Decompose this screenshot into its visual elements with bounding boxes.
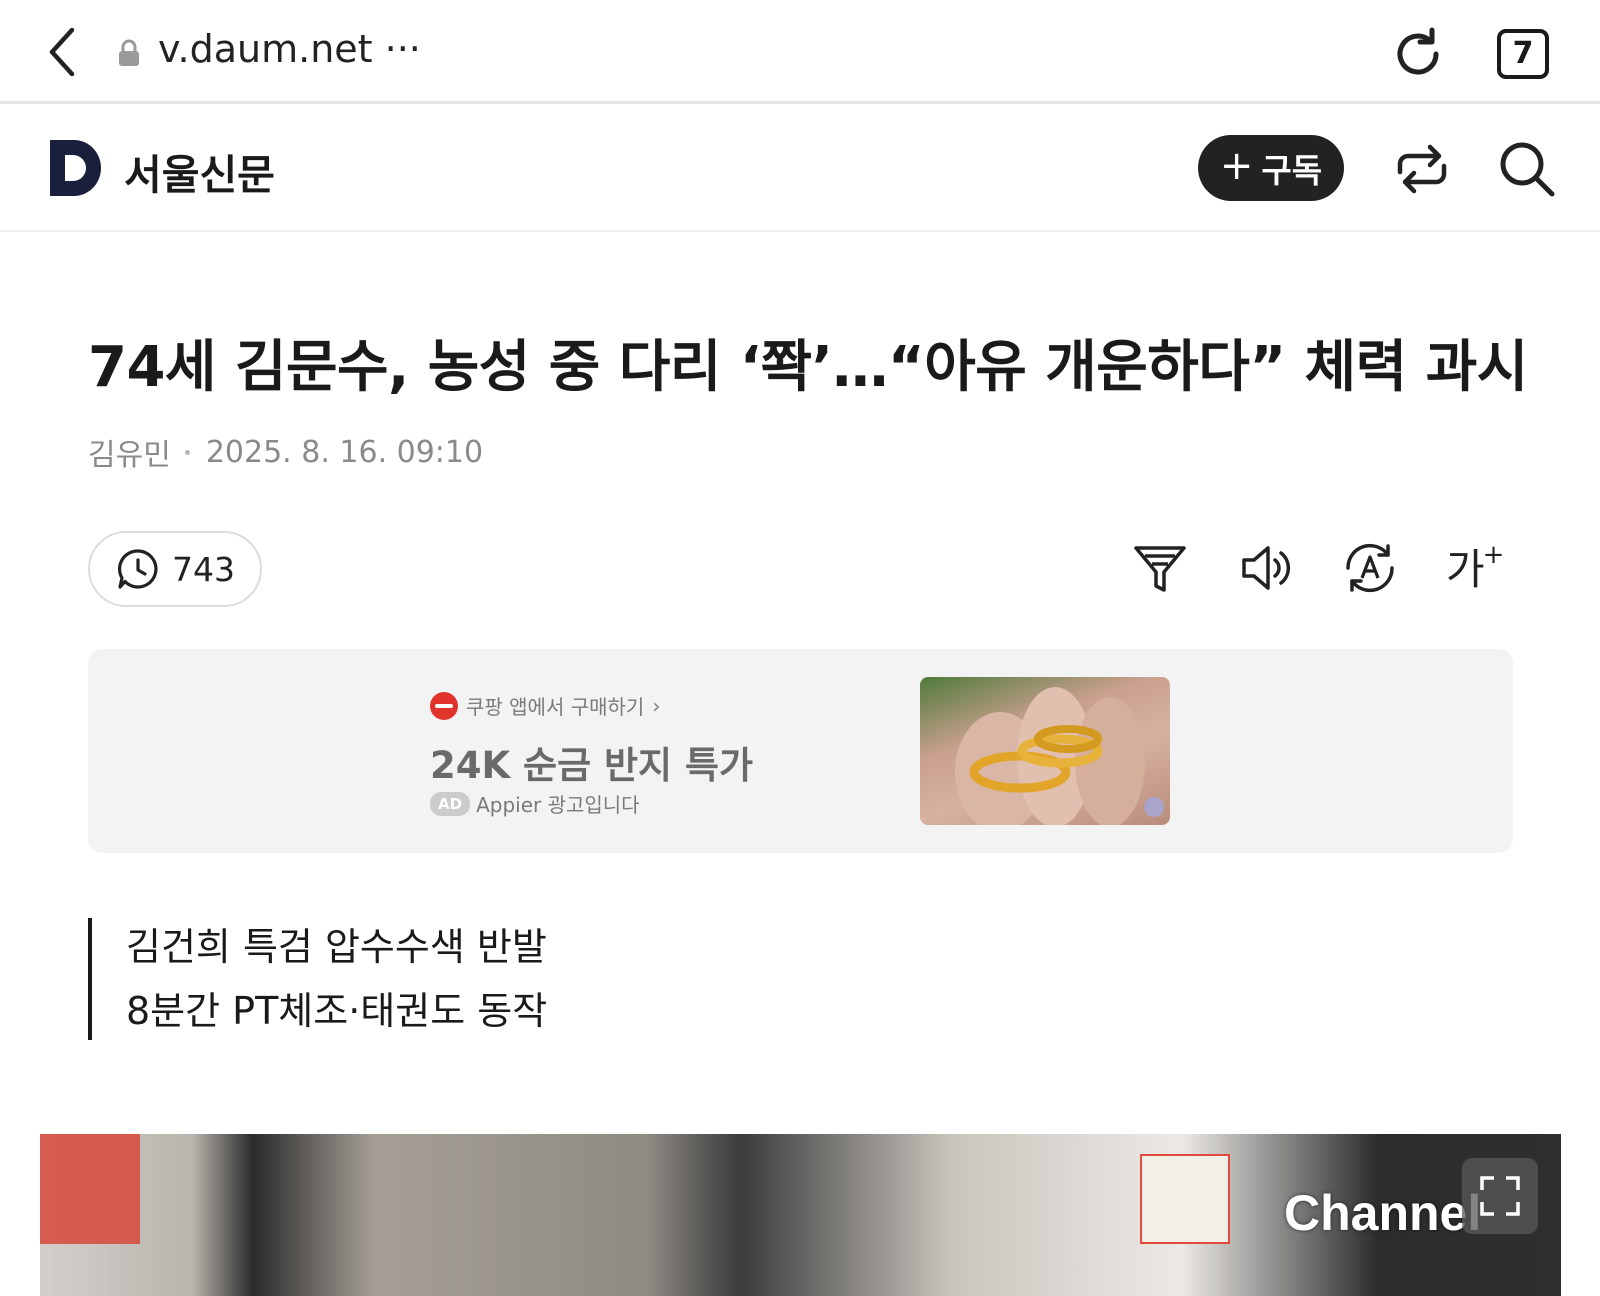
article-image[interactable]: Channel bbox=[40, 1134, 1561, 1296]
article-title: 74세 김문수, 농성 중 다리 ‘쫙’…“아유 개운하다” 체력 과시 bbox=[88, 335, 1528, 400]
speaker-icon[interactable] bbox=[1238, 540, 1294, 596]
ad-label: AD Appier 광고입니다 bbox=[430, 789, 640, 818]
translate-icon[interactable] bbox=[1342, 540, 1398, 596]
plus-icon: + bbox=[1219, 143, 1254, 189]
comment-button[interactable]: 743 bbox=[88, 531, 262, 607]
ad-headline[interactable]: 24K 순금 반지 특가 bbox=[430, 735, 753, 789]
image-watermark: Channel bbox=[1284, 1185, 1482, 1241]
share-icon[interactable] bbox=[1394, 142, 1450, 196]
press-name[interactable]: 서울신문 bbox=[124, 141, 275, 201]
chevron-right-icon: › bbox=[652, 693, 661, 718]
author-name[interactable]: 김유민 bbox=[88, 430, 171, 474]
font-size-button[interactable]: 가+ bbox=[1446, 536, 1510, 594]
lock-icon bbox=[119, 39, 139, 66]
ad-badge: AD bbox=[430, 791, 471, 816]
back-icon[interactable] bbox=[40, 22, 90, 82]
article-summary: 김건희 특검 압수수색 반발 8분간 PT체조·태권도 동작 bbox=[88, 918, 547, 1040]
ring-image bbox=[955, 687, 1164, 825]
summary-line: 8분간 PT체조·태권도 동작 bbox=[126, 989, 548, 1033]
plus-icon: + bbox=[1482, 540, 1505, 570]
browser-url-bar: v.daum.net ··· 7 bbox=[0, 0, 1600, 104]
comment-count: 743 bbox=[172, 549, 235, 589]
image-sign bbox=[40, 1134, 140, 1244]
ad-source[interactable]: 쿠팡 앱에서 구매하기 › bbox=[430, 691, 660, 720]
site-header: 서울신문 + 구독 bbox=[0, 106, 1600, 232]
daum-logo[interactable] bbox=[50, 140, 105, 196]
tab-count-button[interactable]: 7 bbox=[1497, 29, 1549, 79]
publish-datetime: 2025. 8. 16. 09:10 bbox=[205, 434, 484, 470]
subscribe-label: 구독 bbox=[1261, 151, 1323, 190]
url-text[interactable]: v.daum.net ··· bbox=[158, 27, 421, 71]
comment-icon bbox=[118, 549, 158, 589]
coupang-logo-icon bbox=[430, 691, 458, 720]
search-icon[interactable] bbox=[1498, 140, 1556, 198]
expand-button[interactable] bbox=[1462, 1158, 1538, 1234]
separator-dot bbox=[184, 449, 190, 455]
font-size-label: 가 bbox=[1446, 545, 1485, 594]
expand-icon bbox=[1480, 1176, 1520, 1216]
article-meta: 김유민 2025. 8. 16. 09:10 bbox=[88, 430, 483, 474]
filter-icon[interactable] bbox=[1132, 540, 1188, 596]
ad-source-label: 쿠팡 앱에서 구매하기 bbox=[466, 695, 645, 719]
image-sign bbox=[1140, 1154, 1230, 1244]
ad-banner[interactable]: 쿠팡 앱에서 구매하기 › 24K 순금 반지 특가 AD Appier 광고입… bbox=[88, 649, 1513, 853]
ad-label-text: Appier 광고입니다 bbox=[476, 793, 640, 817]
summary-line: 김건희 특검 압수수색 반발 bbox=[126, 925, 547, 969]
subscribe-button[interactable]: + 구독 bbox=[1198, 135, 1344, 201]
reload-icon[interactable] bbox=[1390, 26, 1446, 82]
ad-image[interactable] bbox=[920, 677, 1170, 825]
